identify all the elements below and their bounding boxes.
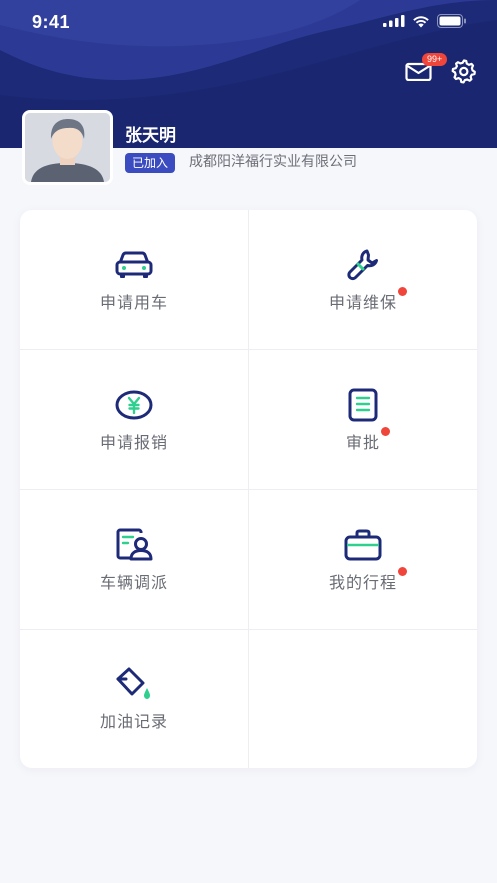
notification-dot	[398, 286, 407, 296]
car-icon	[115, 251, 153, 278]
menu-item-my-trips[interactable]: 我的行程	[249, 490, 477, 630]
battery-icon	[437, 14, 466, 28]
driver-card-icon	[116, 528, 153, 560]
briefcase-icon	[344, 529, 382, 560]
settings-gear-icon[interactable]	[451, 58, 477, 84]
notification-dot	[381, 426, 390, 436]
avatar-person-image	[25, 113, 110, 182]
document-icon	[348, 388, 378, 421]
avatar[interactable]	[22, 110, 113, 185]
profile-section: 张天明 已加入 成都阳洋福行实业有限公司	[22, 110, 482, 190]
menu-item-fuel-records[interactable]: 加油记录	[20, 630, 249, 768]
yen-coin-icon	[115, 390, 153, 419]
status-bar: 9:41	[0, 0, 497, 46]
menu-label: 申请报销	[99, 432, 168, 452]
membership-status-tag: 已加入	[125, 153, 176, 173]
signal-icon	[383, 15, 405, 27]
menu-label: 审批	[345, 432, 380, 452]
menu-item-apply-car[interactable]: 申请用车	[20, 210, 249, 350]
menu-item-vehicle-dispatch[interactable]: 车辆调派	[20, 490, 249, 630]
user-name: 张天明	[125, 126, 176, 146]
wifi-icon	[413, 15, 429, 27]
menu-item-apply-maintenance[interactable]: 申请维保	[249, 210, 477, 350]
menu-item-approval[interactable]: 审批	[249, 350, 477, 490]
unread-badge: 99+	[422, 53, 448, 66]
notification-dot	[398, 566, 407, 576]
menu-label: 我的行程	[328, 572, 397, 592]
company-name: 成都阳洋福行实业有限公司	[189, 154, 357, 170]
menu-label: 车辆调派	[99, 572, 168, 592]
status-time: 9:41	[32, 12, 71, 32]
menu-label: 加油记录	[99, 712, 168, 731]
menu-empty-cell	[249, 630, 477, 768]
function-menu-grid: 申请用车 申请维保 申请报销 审批 车辆调派 我的行程 加油记录	[20, 210, 477, 768]
menu-item-apply-reimbursement[interactable]: 申请报销	[20, 350, 249, 490]
menu-label: 申请用车	[99, 292, 168, 312]
fuel-bucket-icon	[116, 667, 150, 699]
menu-label: 申请维保	[328, 292, 397, 312]
wrench-icon	[347, 249, 378, 280]
messages-button[interactable]: 99+	[405, 53, 448, 83]
